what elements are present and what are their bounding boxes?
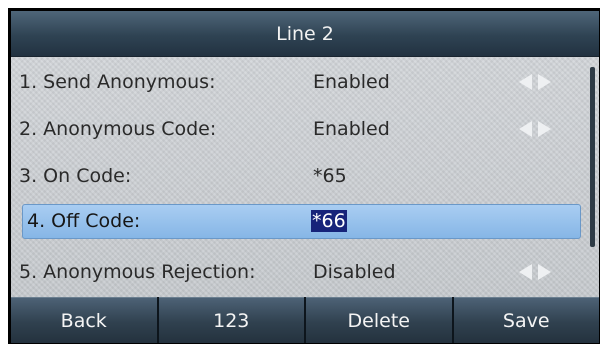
input-mode-button[interactable]: 123 — [158, 297, 304, 343]
arrow-left-icon[interactable] — [519, 264, 532, 280]
page-title: Line 2 — [276, 22, 334, 45]
arrow-right-icon[interactable] — [538, 74, 551, 90]
row-label: 4. Off Code: — [27, 210, 141, 232]
arrow-selector[interactable] — [519, 249, 551, 295]
arrow-selector[interactable] — [519, 59, 551, 105]
arrow-left-icon[interactable] — [519, 74, 532, 90]
row-value[interactable]: Disabled — [313, 249, 396, 295]
row-on-code[interactable]: 3. On Code: *65 — [11, 153, 586, 199]
save-button[interactable]: Save — [453, 297, 599, 343]
row-off-code[interactable]: 4. Off Code: *66 — [22, 204, 581, 239]
phone-screen: Line 2 1. Send Anonymous: Enabled 2. Ano… — [8, 8, 600, 344]
row-anonymous-code[interactable]: 2. Anonymous Code: Enabled — [11, 106, 586, 152]
arrow-right-icon[interactable] — [538, 121, 551, 137]
row-label: 5. Anonymous Rejection: — [19, 261, 256, 283]
row-label: 2. Anonymous Code: — [19, 118, 217, 140]
off-code-input[interactable]: *66 — [311, 205, 347, 238]
arrow-right-icon[interactable] — [538, 264, 551, 280]
delete-button[interactable]: Delete — [306, 297, 452, 343]
selected-text[interactable]: *66 — [311, 210, 347, 232]
row-value[interactable]: Enabled — [313, 106, 390, 152]
row-value[interactable]: Enabled — [313, 59, 390, 105]
row-label: 1. Send Anonymous: — [19, 71, 216, 93]
arrow-selector[interactable] — [519, 106, 551, 152]
arrow-left-icon[interactable] — [519, 121, 532, 137]
row-anonymous-rejection[interactable]: 5. Anonymous Rejection: Disabled — [11, 249, 586, 295]
scrollbar[interactable] — [590, 67, 595, 247]
back-button[interactable]: Back — [11, 297, 157, 343]
screen-inner: Line 2 1. Send Anonymous: Enabled 2. Ano… — [11, 11, 599, 343]
row-value[interactable]: *65 — [313, 153, 347, 199]
row-send-anonymous[interactable]: 1. Send Anonymous: Enabled — [11, 59, 586, 105]
softkey-bar: Back 123 Delete Save — [11, 297, 599, 343]
title-bar: Line 2 — [11, 11, 599, 57]
row-label: 3. On Code: — [19, 165, 132, 187]
